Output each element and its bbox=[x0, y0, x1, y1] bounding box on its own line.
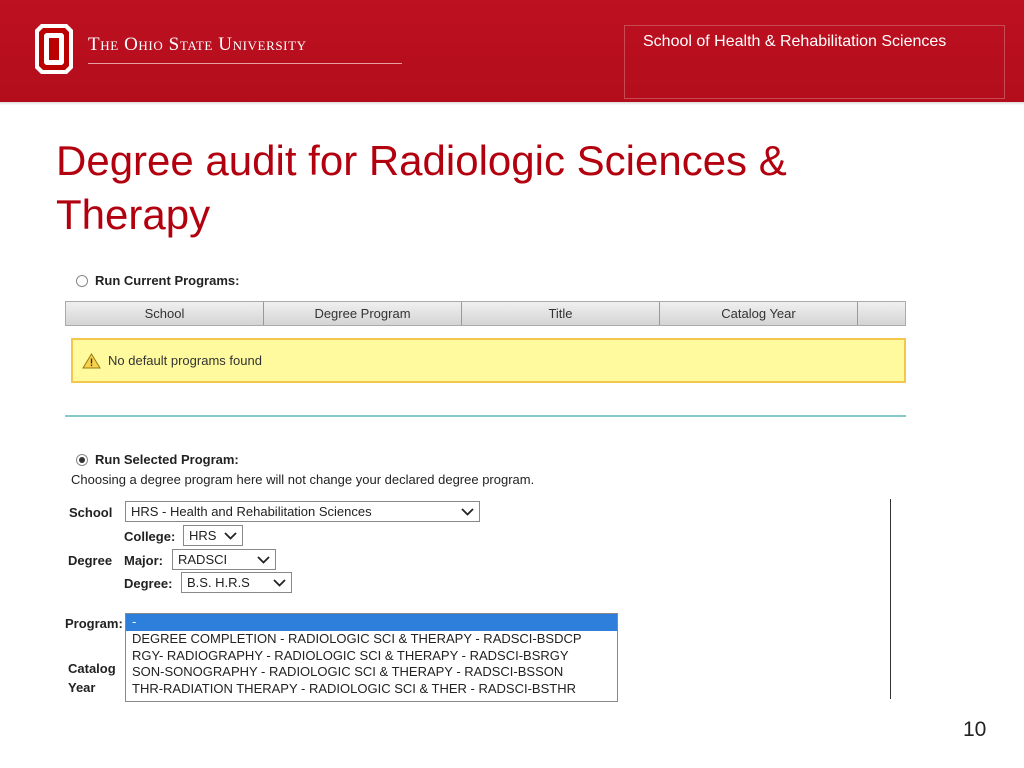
warning-text: No default programs found bbox=[108, 353, 262, 368]
year-label: Year bbox=[68, 680, 96, 695]
program-option[interactable]: SON-SONOGRAPHY - RADIOLOGIC SCI & THERAP… bbox=[126, 664, 617, 681]
run-selected-label: Run Selected Program: bbox=[95, 452, 239, 467]
school-label: School bbox=[69, 505, 113, 520]
program-option[interactable]: - bbox=[126, 614, 617, 631]
run-current-radio[interactable] bbox=[76, 274, 88, 287]
no-programs-warning: No default programs found bbox=[71, 338, 906, 383]
selection-note: Choosing a degree program here will not … bbox=[71, 472, 535, 487]
program-option[interactable]: THR-RADIATION THERAPY - RADIOLOGIC SCI &… bbox=[126, 681, 617, 698]
degree-audit-screenshot: Run Current Programs: School Degree Prog… bbox=[60, 262, 910, 707]
major-select-value: RADSCI bbox=[178, 552, 228, 567]
degree-select-value: B.S. H.R.S bbox=[187, 575, 250, 590]
college-select[interactable]: HRS bbox=[183, 525, 243, 546]
section-separator bbox=[65, 415, 906, 417]
degree-select[interactable]: B.S. H.R.S bbox=[181, 572, 292, 593]
run-current-label: Run Current Programs: bbox=[95, 273, 240, 288]
chevron-down-icon bbox=[273, 579, 286, 587]
column-header-catalog-year[interactable]: Catalog Year bbox=[660, 302, 858, 325]
program-listbox[interactable]: - DEGREE COMPLETION - RADIOLOGIC SCI & T… bbox=[125, 613, 618, 702]
current-programs-grid-header: School Degree Program Title Catalog Year bbox=[65, 301, 906, 326]
column-header-title[interactable]: Title bbox=[462, 302, 660, 325]
panel-divider bbox=[890, 499, 891, 699]
column-header-extra[interactable] bbox=[858, 302, 904, 325]
catalog-label: Catalog bbox=[68, 661, 116, 676]
chevron-down-icon bbox=[257, 556, 270, 564]
column-header-school[interactable]: School bbox=[66, 302, 264, 325]
run-current-programs-option[interactable]: Run Current Programs: bbox=[76, 273, 239, 288]
program-option[interactable]: DEGREE COMPLETION - RADIOLOGIC SCI & THE… bbox=[126, 631, 617, 648]
program-label: Program: bbox=[65, 616, 123, 631]
college-label: College: bbox=[124, 529, 176, 544]
run-selected-program-option[interactable]: Run Selected Program: bbox=[76, 452, 239, 467]
chevron-down-icon bbox=[224, 532, 237, 540]
school-select[interactable]: HRS - Health and Rehabilitation Sciences bbox=[125, 501, 480, 522]
chevron-down-icon bbox=[461, 508, 474, 516]
degree-group-label: Degree bbox=[68, 553, 113, 568]
column-header-degree-program[interactable]: Degree Program bbox=[264, 302, 462, 325]
major-select[interactable]: RADSCI bbox=[172, 549, 276, 570]
program-option[interactable]: RGY- RADIOGRAPHY - RADIOLOGIC SCI & THER… bbox=[126, 648, 617, 665]
banner-shadow bbox=[0, 102, 1024, 105]
block-o-logo bbox=[35, 24, 73, 74]
run-selected-radio[interactable] bbox=[76, 453, 88, 466]
page-number: 10 bbox=[963, 718, 987, 741]
warning-triangle-icon bbox=[82, 352, 101, 368]
major-label: Major: bbox=[124, 553, 163, 568]
department-name: School of Health & Rehabilitation Scienc… bbox=[643, 33, 947, 50]
college-select-value: HRS bbox=[189, 528, 217, 543]
slide-title: Degree audit for Radiologic Sciences & T… bbox=[56, 137, 787, 238]
university-wordmark: The Ohio State University bbox=[88, 34, 307, 55]
wordmark-rule bbox=[88, 63, 402, 64]
school-select-value: HRS - Health and Rehabilitation Sciences bbox=[131, 504, 372, 519]
degree-label: Degree: bbox=[124, 576, 173, 591]
